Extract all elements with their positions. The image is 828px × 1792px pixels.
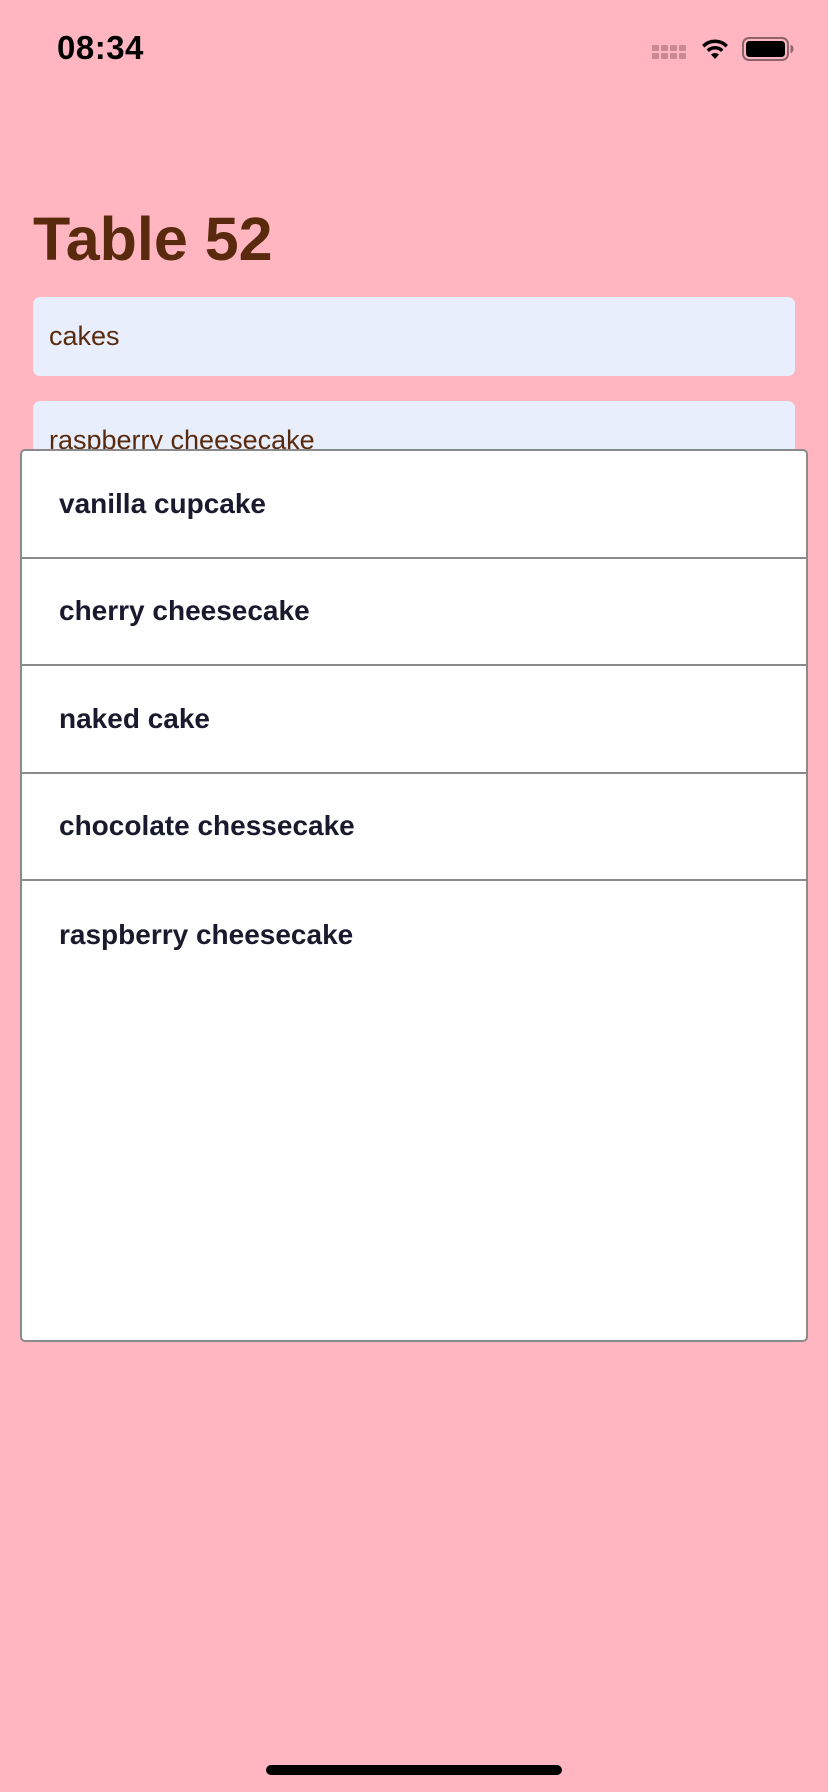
dropdown-option[interactable]: cherry cheesecake [22,559,806,666]
dropdown-option[interactable]: vanilla cupcake [22,451,806,559]
dropdown-option[interactable]: naked cake [22,666,806,774]
status-icons [652,34,794,64]
battery-icon [742,36,794,62]
item-dropdown-list: vanilla cupcake cherry cheesecake naked … [20,449,808,1342]
cellular-signal-icon [652,39,688,59]
dropdown-option[interactable]: raspberry cheesecake [22,881,806,989]
category-select-field[interactable]: cakes [33,297,795,376]
home-indicator[interactable] [266,1765,562,1775]
wifi-icon [700,37,730,61]
status-time: 08:34 [57,29,144,66]
dropdown-option[interactable]: chocolate chessecake [22,774,806,881]
page-title: Table 52 [33,205,273,273]
